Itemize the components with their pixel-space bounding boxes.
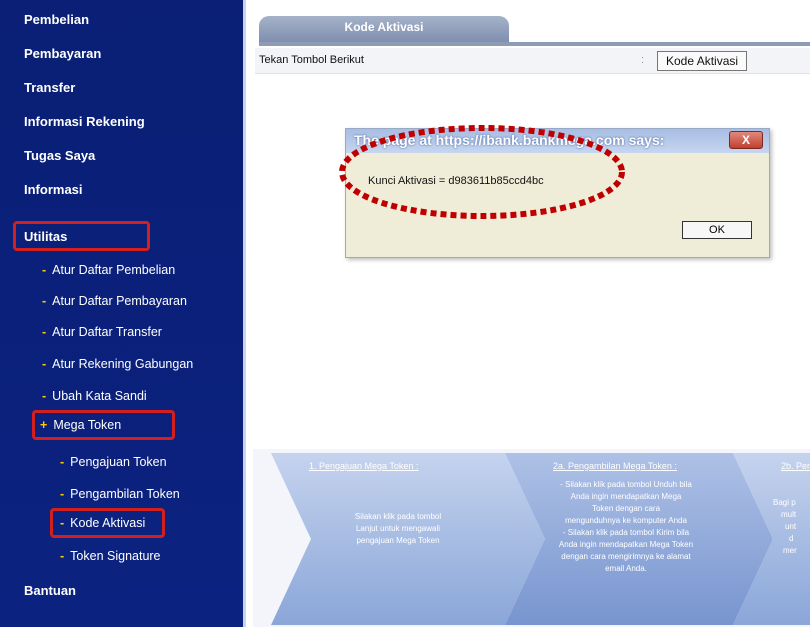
sub-atur-daftar-transfer[interactable]: - Atur Daftar Transfer [42,325,162,339]
nav-pembelian[interactable]: Pembelian [24,12,89,27]
step3-line: mer [783,546,797,555]
nav-utilitas[interactable]: Utilitas [24,229,67,244]
main-content: Kode Aktivasi Tekan Tombol Berikut : Kod… [249,0,810,627]
sub2-pengambilan-token[interactable]: - Pengambilan Token [60,487,180,501]
sub-label: Atur Daftar Transfer [52,325,162,339]
sub-atur-daftar-pembayaran[interactable]: - Atur Daftar Pembayaran [42,294,187,308]
sub-label: Kode Aktivasi [70,516,146,530]
step2-line: mengunduhnya ke komputer Anda [565,516,687,525]
sub-ubah-kata-sandi[interactable]: - Ubah Kata Sandi [42,389,147,403]
bullet-icon: - [42,389,47,403]
nav-pembayaran[interactable]: Pembayaran [24,46,101,61]
bullet-icon: - [60,455,65,469]
step2-line: - Silakan klik pada tombol Unduh bila [560,480,692,489]
nav-transfer[interactable]: Transfer [24,80,75,95]
step1-line: Lanjut untuk mengawali [355,524,441,533]
sub-label: Atur Daftar Pembelian [52,263,176,277]
sub2-kode-aktivasi[interactable]: - Kode Aktivasi [60,516,145,530]
bullet-icon: - [60,516,65,530]
sub-label: Ubah Kata Sandi [52,389,147,403]
nav-informasi-rekening[interactable]: Informasi Rekening [24,114,145,129]
nav-tugas-saya[interactable]: Tugas Saya [24,148,95,163]
sub-label: Pengajuan Token [70,455,167,469]
step3-line: Bagi p [773,498,796,507]
step2-line: Anda ingin mendapatkan Mega [570,492,682,501]
nav-informasi[interactable]: Informasi [24,182,83,197]
step3-line: mult [781,510,797,519]
step1-line: pengajuan Mega Token [356,536,440,545]
step1-title: 1. Pengajuan Mega Token : [309,461,419,471]
bullet-icon: - [42,263,47,277]
bullet-icon: - [60,487,65,501]
sub-atur-daftar-pembelian[interactable]: - Atur Daftar Pembelian [42,263,175,277]
sub-label: Atur Rekening Gabungan [52,357,194,371]
step3-title: 2b. Peng [781,461,810,471]
step2-line: Token dengan cara [591,504,661,513]
sub2-token-signature[interactable]: - Token Signature [60,549,161,563]
step2-line: - Silakan klik pada tombol Kirim bila [562,528,690,537]
step2-body: - Silakan klik pada tombol Unduh bila An… [521,479,731,575]
sub2-pengajuan-token[interactable]: - Pengajuan Token [60,455,167,469]
bullet-icon: - [42,294,47,308]
step1-body: Silakan klik pada tombol Lanjut untuk me… [323,511,473,547]
banner-text-layer: 1. Pengajuan Mega Token : Silakan klik p… [253,449,810,627]
bullet-icon: - [42,357,47,371]
step2-line: Anda ingin mendapatkan Mega Token [558,540,694,549]
sub-label: Token Signature [70,549,161,563]
sub-label: Atur Daftar Pembayaran [52,294,187,308]
sub-atur-rekening-gabungan[interactable]: - Atur Rekening Gabungan [42,357,193,371]
bullet-icon: - [60,549,65,563]
bullet-icon: - [42,325,47,339]
nav-bantuan[interactable]: Bantuan [24,583,76,598]
step3-body: Bagi p mult unt d mer [773,497,810,557]
step2-line: dengan cara mengirimnya ke alamat [561,552,691,561]
sub-label: Mega Token [53,418,122,432]
step3-line: unt [785,522,797,531]
step2-title: 2a. Pengambilan Mega Token : [553,461,677,471]
step3-line: d [789,534,794,543]
sub-label: Pengambilan Token [70,487,180,501]
step2-line: email Anda. [605,564,647,573]
plus-icon: + [40,418,48,432]
step1-line: Silakan klik pada tombol [354,512,442,521]
sidebar: Pembelian Pembayaran Transfer Informasi … [0,0,246,627]
sub-mega-token[interactable]: + Mega Token [40,418,121,432]
